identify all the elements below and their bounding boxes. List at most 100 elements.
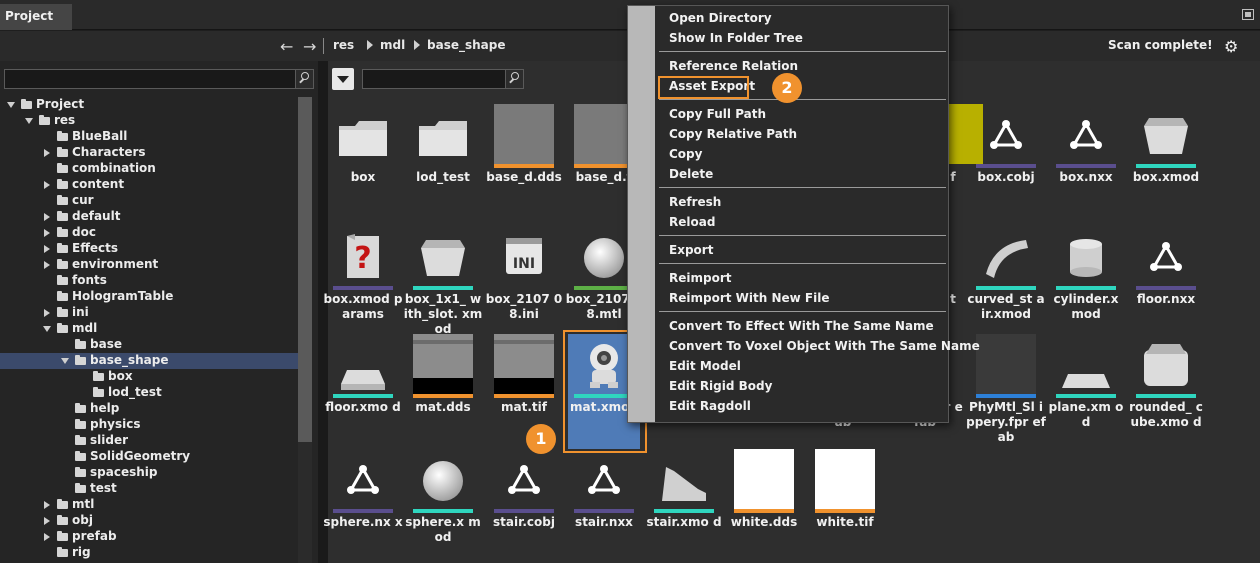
menu-edit-rigid-body[interactable]: Edit Rigid Body	[669, 377, 772, 395]
tree-item[interactable]: Project	[0, 97, 298, 113]
gear-icon[interactable]: ⚙	[1224, 37, 1238, 56]
triangle-nodes-icon	[574, 449, 634, 509]
chevron-right-icon[interactable]	[44, 309, 50, 317]
menu-copy-full-path[interactable]: Copy Full Path	[669, 105, 766, 123]
tree-item[interactable]: content	[0, 177, 298, 193]
chevron-right-icon[interactable]	[44, 213, 50, 221]
chevron-right-icon[interactable]	[44, 533, 50, 541]
tree-item-label: Project	[36, 97, 85, 111]
tree-item[interactable]: help	[0, 401, 298, 417]
tree-item[interactable]: BlueBall	[0, 129, 298, 145]
tree-item[interactable]: res	[0, 113, 298, 129]
menu-export[interactable]: Export	[669, 241, 713, 259]
tree-item[interactable]: rig	[0, 545, 298, 561]
chevron-right-icon[interactable]	[44, 245, 50, 253]
asset-item[interactable]: INI box_2107 08.ini	[484, 226, 564, 326]
menu-copy[interactable]: Copy	[669, 145, 702, 163]
asset-item[interactable]: mat.dds	[403, 334, 483, 434]
chevron-right-icon[interactable]	[44, 181, 50, 189]
menu-reference-relation[interactable]: Reference Relation	[669, 57, 798, 75]
asset-item[interactable]: base_d.dds	[484, 104, 564, 204]
menu-reimport-with-new-file[interactable]: Reimport With New File	[669, 289, 829, 307]
chevron-right-icon[interactable]	[44, 517, 50, 525]
tree-item[interactable]: prefab	[0, 529, 298, 545]
tree-item[interactable]: fonts	[0, 273, 298, 289]
tree-item[interactable]: Characters	[0, 145, 298, 161]
asset-item[interactable]: cylinder.x mod	[1046, 226, 1126, 326]
tree-item[interactable]: combination	[0, 161, 298, 177]
filter-dropdown[interactable]	[332, 68, 354, 90]
asset-item[interactable]: mat.tif	[484, 334, 564, 434]
asset-item[interactable]: box.xmod	[1126, 104, 1206, 204]
chevron-right-icon[interactable]	[44, 501, 50, 509]
project-tab[interactable]: Project	[0, 4, 72, 30]
tree-item[interactable]: slider	[0, 433, 298, 449]
menu-convert-to-voxel[interactable]: Convert To Voxel Object With The Same Na…	[669, 337, 980, 355]
asset-item[interactable]: curved_st air.xmod	[966, 226, 1046, 326]
tree-item[interactable]: box	[0, 369, 298, 385]
tree-item[interactable]: environment	[0, 257, 298, 273]
menu-reimport[interactable]: Reimport	[669, 269, 731, 287]
asset-item[interactable]: white.tif	[805, 449, 885, 549]
menu-refresh[interactable]: Refresh	[669, 193, 721, 211]
tree-item[interactable]: base_shape	[0, 353, 298, 369]
tree-item[interactable]: SolidGeometry	[0, 449, 298, 465]
tree-item[interactable]: mdl	[0, 321, 298, 337]
tree-item[interactable]: lod_test	[0, 385, 298, 401]
arrow-right-icon[interactable]: →	[303, 37, 316, 56]
tree-item[interactable]: Effects	[0, 241, 298, 257]
asset-item[interactable]: floor.xmo d	[323, 334, 403, 434]
asset-item[interactable]: rounded_ cube.xmo d	[1126, 334, 1206, 434]
menu-reload[interactable]: Reload	[669, 213, 715, 231]
chevron-down-icon[interactable]	[7, 102, 15, 108]
menu-convert-to-effect[interactable]: Convert To Effect With The Same Name	[669, 317, 934, 335]
search-icon[interactable]	[295, 70, 313, 88]
asset-item[interactable]: stair.xmo d	[644, 449, 724, 549]
menu-edit-ragdoll[interactable]: Edit Ragdoll	[669, 397, 751, 415]
tree-item[interactable]: default	[0, 209, 298, 225]
breadcrumb-mdl[interactable]: mdl	[380, 38, 405, 52]
tree-item[interactable]: spaceship	[0, 465, 298, 481]
breadcrumb-base-shape[interactable]: base_shape	[427, 38, 505, 52]
asset-item[interactable]: sphere.nx x	[323, 449, 403, 549]
asset-item[interactable]: stair.cobj	[484, 449, 564, 549]
asset-item[interactable]: stair.nxx	[564, 449, 644, 549]
chevron-right-icon[interactable]	[44, 229, 50, 237]
asset-item[interactable]: box.nxx	[1046, 104, 1126, 204]
tree-item[interactable]: test	[0, 481, 298, 497]
tree-item[interactable]: cur	[0, 193, 298, 209]
asset-item[interactable]: box.cobj	[966, 104, 1046, 204]
asset-item[interactable]: box_1x1_ with_slot. xmod	[403, 226, 483, 336]
tree-item[interactable]: ini	[0, 305, 298, 321]
asset-item[interactable]: ? box.xmod params	[323, 226, 403, 326]
tree-item[interactable]: HologramTable	[0, 289, 298, 305]
chevron-right-icon[interactable]	[44, 261, 50, 269]
tree-item[interactable]: physics	[0, 417, 298, 433]
menu-open-directory[interactable]: Open Directory	[669, 9, 772, 27]
menu-edit-model[interactable]: Edit Model	[669, 357, 741, 375]
chevron-down-icon[interactable]	[43, 326, 51, 332]
breadcrumb-res[interactable]: res	[333, 38, 354, 52]
asset-item[interactable]: floor.nxx	[1126, 226, 1206, 326]
chevron-right-icon[interactable]	[44, 149, 50, 157]
menu-delete[interactable]: Delete	[669, 165, 713, 183]
search-icon[interactable]	[505, 70, 523, 88]
asset-search-input[interactable]	[362, 69, 524, 89]
tree-item[interactable]: obj	[0, 513, 298, 529]
tree-item[interactable]: mtl	[0, 497, 298, 513]
tree-item[interactable]: base	[0, 337, 298, 353]
dock-icon[interactable]	[1242, 9, 1254, 20]
chevron-down-icon[interactable]	[25, 118, 33, 124]
tree-scrollbar-thumb[interactable]	[298, 97, 312, 442]
asset-item[interactable]: white.dds	[724, 449, 804, 549]
menu-show-in-folder-tree[interactable]: Show In Folder Tree	[669, 29, 803, 47]
asset-item[interactable]: lod_test	[403, 104, 483, 204]
asset-item[interactable]: plane.xm od	[1046, 334, 1126, 434]
menu-copy-relative-path[interactable]: Copy Relative Path	[669, 125, 797, 143]
arrow-left-icon[interactable]: ←	[280, 37, 293, 56]
tree-search-input[interactable]	[4, 69, 314, 89]
chevron-down-icon[interactable]	[61, 358, 69, 364]
tree-item[interactable]: doc	[0, 225, 298, 241]
asset-item[interactable]: sphere.x mod	[403, 449, 483, 549]
asset-item[interactable]: box	[323, 104, 403, 204]
